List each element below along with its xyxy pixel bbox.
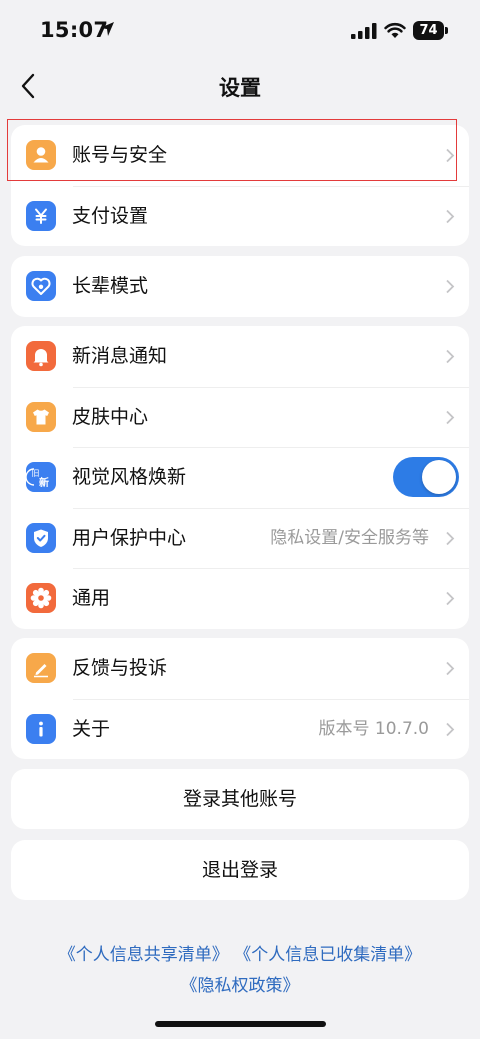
row-label: 通用 [72,587,111,609]
version-value: 版本号 10.7.0 [318,718,429,739]
logout-button[interactable]: 退出登录 [11,840,469,900]
row-feedback[interactable]: 反馈与投诉 [11,638,469,699]
user-icon [26,140,56,170]
chevron-right-icon [446,661,455,676]
row-visual-style: 旧 新 视觉风格焕新 [11,447,469,508]
policy-links-row: 《个人信息共享清单》 《个人信息已收集清单》 [0,940,480,965]
row-user-protection[interactable]: 用户保护中心 隐私设置/安全服务等 [11,507,469,569]
bell-icon [26,341,56,371]
chevron-right-icon [446,279,455,294]
visual-style-toggle[interactable] [393,457,459,497]
shield-icon [26,522,56,553]
location-arrow-icon [100,22,114,36]
row-value: 隐私设置/安全服务等 [270,527,429,548]
tshirt-icon [26,401,56,432]
row-skin-center[interactable]: 皮肤中心 [11,386,469,448]
chevron-right-icon [446,591,455,606]
row-account-security[interactable]: 账号与安全 [11,125,469,186]
row-notifications[interactable]: 新消息通知 [11,326,469,387]
row-label: 账号与安全 [72,144,168,166]
new-style-icon: 旧 新 [26,462,56,492]
nav-bar: 设置 [0,62,480,110]
collected-list-link[interactable]: 《个人信息已收集清单》 [234,940,421,965]
battery-level: 74 [413,21,444,40]
row-label: 新消息通知 [72,345,168,367]
row-general[interactable]: 通用 [11,568,469,629]
wifi-icon [384,22,406,38]
home-indicator [155,1021,326,1027]
privacy-policy-link[interactable]: 《隐私权政策》 [181,971,300,996]
settings-group-account: 账号与安全 支付设置 [11,125,469,246]
row-label: 皮肤中心 [72,405,149,428]
battery-icon: 74 [413,21,449,40]
icon-text-new: 新 [39,476,49,489]
row-label: 用户保护中心 [72,526,187,549]
gear-icon [26,583,56,613]
yuan-icon [26,200,56,231]
chevron-right-icon [446,349,455,364]
row-about[interactable]: 关于 版本号 10.7.0 [11,698,469,760]
row-label: 反馈与投诉 [72,657,168,679]
edit-icon [26,653,56,683]
chevron-right-icon [446,722,455,736]
share-list-link[interactable]: 《个人信息共享清单》 [59,940,229,965]
settings-group-elder: 长辈模式 [11,256,469,317]
status-bar: 15:07 74 [0,0,480,62]
privacy-link-row: 《隐私权政策》 [0,971,480,996]
elder-heart-icon [26,271,56,301]
row-payment-settings[interactable]: 支付设置 [11,185,469,247]
row-label: 关于 [72,717,111,740]
info-icon [26,713,56,744]
chevron-right-icon [446,410,455,424]
chevron-right-icon [446,148,455,163]
row-label: 支付设置 [72,204,149,227]
login-other-account-button[interactable]: 登录其他账号 [11,769,469,829]
row-label: 视觉风格焕新 [72,466,187,488]
cellular-signal-icon [351,23,377,39]
chevron-right-icon [446,531,455,545]
row-elder-mode[interactable]: 长辈模式 [11,256,469,317]
icon-text-old: 旧 [32,469,40,478]
row-label: 长辈模式 [72,275,149,297]
settings-group-about: 反馈与投诉 关于 版本号 10.7.0 [11,638,469,759]
settings-group-general: 新消息通知 皮肤中心 旧 新 视觉风格焕新 用户保护中心 隐私设置/安全服务等 [11,326,469,629]
chevron-right-icon [446,209,455,223]
page-title: 设置 [219,76,261,100]
